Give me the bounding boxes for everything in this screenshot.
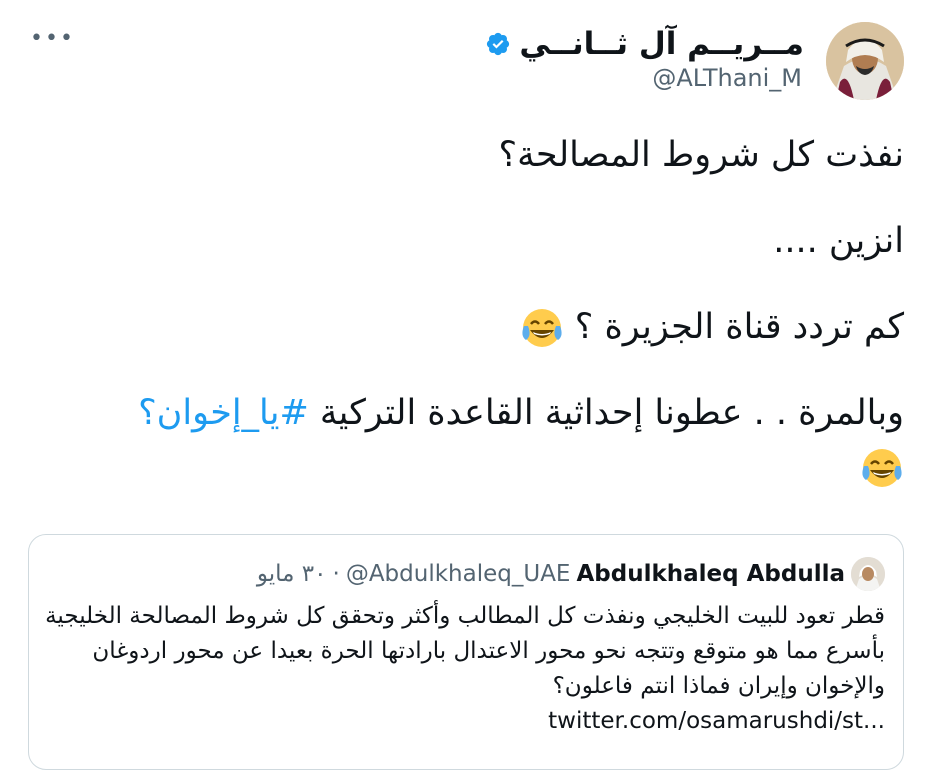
author-handle[interactable]: @ALThani_M (652, 64, 802, 92)
quoted-avatar-image (851, 557, 885, 591)
tears-of-joy-emoji-icon (520, 306, 564, 350)
author-avatar[interactable] (826, 22, 904, 100)
tweet-line: كم تردد قناة الجزيرة ؟ (24, 300, 904, 354)
tweet-line-text: وبالمرة . . عطونا إحداثية القاعدة التركي… (308, 393, 904, 433)
separator-dot: · (332, 561, 340, 587)
verified-badge-icon (485, 31, 511, 57)
quoted-author-name[interactable]: Abdulkhaleq Abdulla (576, 561, 845, 587)
quoted-tweet-link[interactable]: twitter.com/osamarushdi/st... (45, 704, 885, 739)
quoted-tweet-date[interactable]: ٣٠ مايو (257, 561, 327, 587)
tears-of-joy-emoji-icon (860, 446, 904, 490)
quoted-tweet-text: قطر تعود للبيت الخليجي ونفذت كل المطالب … (45, 603, 885, 699)
tweet-body: نفذت كل شروط المصالحة؟ انزين .... كم ترد… (24, 128, 904, 494)
hashtag-link[interactable]: #يا_إخوان؟ (138, 393, 309, 433)
author-name[interactable]: مــريــم آل ثــانــي (519, 26, 804, 62)
tweet-line (24, 440, 904, 494)
quoted-author-handle[interactable]: @Abdulkhaleq_UAE (346, 561, 571, 587)
quoted-tweet[interactable]: ٣٠ مايو · @Abdulkhaleq_UAE Abdulkhaleq A… (28, 534, 904, 770)
quoted-tweet-header: ٣٠ مايو · @Abdulkhaleq_UAE Abdulkhaleq A… (257, 557, 885, 591)
tweet-line: انزين .... (773, 221, 904, 261)
tweet-line: نفذت كل شروط المصالحة؟ (498, 135, 904, 175)
tweet-line-text: كم تردد قناة الجزيرة ؟ (574, 307, 904, 347)
quoted-author-avatar[interactable] (851, 557, 885, 591)
author-name-row: مــريــم آل ثــانــي (485, 24, 804, 64)
more-options-icon[interactable]: ••• (30, 28, 75, 50)
tweet-line: وبالمرة . . عطونا إحداثية القاعدة التركي… (24, 386, 904, 440)
avatar-image (826, 22, 904, 100)
quoted-tweet-body: قطر تعود للبيت الخليجي ونفذت كل المطالب … (45, 599, 885, 739)
